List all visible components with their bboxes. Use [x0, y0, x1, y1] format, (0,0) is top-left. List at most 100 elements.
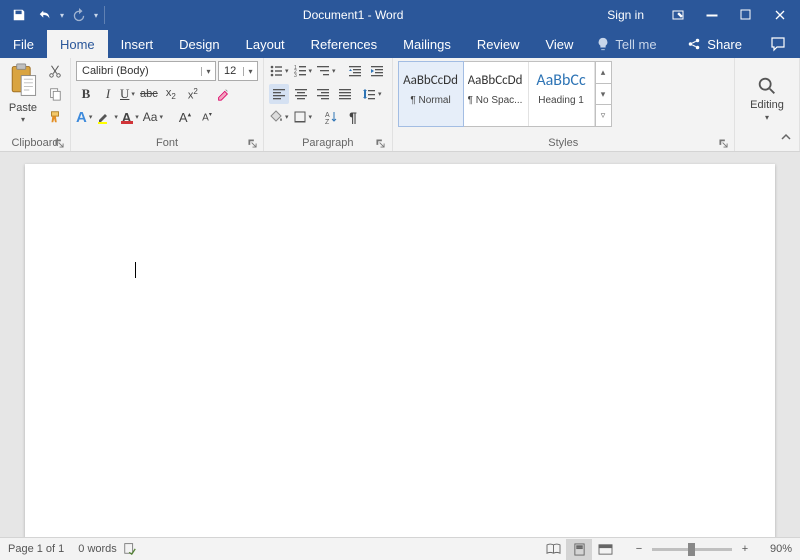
group-font: Calibri (Body)▾ 12▾ B I U▾ abc x2 x2 A▾ … — [71, 58, 264, 151]
decrease-indent-button[interactable] — [345, 61, 365, 81]
text-cursor — [135, 262, 136, 278]
tab-insert[interactable]: Insert — [108, 30, 167, 58]
format-painter-button[interactable] — [45, 107, 65, 127]
window-title: Document1 - Word — [115, 8, 591, 22]
sort-button[interactable]: AZ — [321, 107, 341, 127]
highlight-button[interactable]: ▾ — [96, 107, 120, 127]
zoom-in-button[interactable]: + — [738, 543, 752, 555]
tab-review[interactable]: Review — [464, 30, 533, 58]
chevron-down-icon: ▾ — [243, 67, 257, 76]
styles-gallery: AaBbCcDd ¶ Normal AaBbCcDd ¶ No Spac... … — [398, 61, 612, 127]
tab-references[interactable]: References — [298, 30, 390, 58]
copy-button[interactable] — [45, 84, 65, 104]
clear-formatting-button[interactable] — [213, 84, 233, 104]
document-page[interactable] — [25, 164, 775, 537]
group-styles: AaBbCcDd ¶ Normal AaBbCcDd ¶ No Spac... … — [393, 58, 735, 151]
justify-button[interactable] — [335, 84, 355, 104]
font-size-combo[interactable]: 12▾ — [218, 61, 258, 81]
bullets-button[interactable]: ▾ — [269, 61, 291, 81]
quick-access-toolbar: ▾ ▾ — [0, 4, 115, 26]
clipboard-icon — [7, 61, 39, 101]
borders-button[interactable]: ▾ — [293, 107, 315, 127]
change-case-button[interactable]: Aa▾ — [143, 107, 165, 127]
superscript-button[interactable]: x2 — [183, 84, 203, 104]
read-mode-button[interactable] — [540, 539, 566, 560]
style-heading-1[interactable]: AaBbCc Heading 1 — [529, 62, 595, 126]
style-normal[interactable]: AaBbCcDd ¶ Normal — [398, 61, 464, 127]
comments-button[interactable] — [756, 30, 800, 58]
font-name-combo[interactable]: Calibri (Body)▾ — [76, 61, 216, 81]
shrink-font-button[interactable]: A▾ — [197, 107, 217, 127]
paste-button[interactable]: Paste ▾ — [5, 61, 41, 136]
maximize-button[interactable] — [730, 0, 762, 30]
zoom-out-button[interactable]: − — [632, 543, 646, 555]
editing-button[interactable]: Editing ▾ — [740, 61, 794, 136]
zoom-thumb[interactable] — [688, 543, 695, 556]
bold-button[interactable]: B — [76, 84, 96, 104]
spell-check-status[interactable] — [123, 541, 137, 558]
subscript-button[interactable]: x2 — [161, 84, 181, 104]
tab-home[interactable]: Home — [47, 30, 108, 58]
paragraph-dialog-launcher[interactable] — [375, 137, 387, 149]
style-no-spacing[interactable]: AaBbCcDd ¶ No Spac... — [463, 62, 529, 126]
print-layout-button[interactable] — [566, 539, 592, 560]
share-button[interactable]: Share — [673, 30, 756, 58]
zoom-slider[interactable] — [652, 548, 732, 551]
italic-button[interactable]: I — [98, 84, 118, 104]
undo-button[interactable] — [34, 4, 56, 26]
word-count-status[interactable]: 0 words — [78, 543, 117, 555]
underline-button[interactable]: U▾ — [120, 84, 137, 104]
save-button[interactable] — [8, 4, 30, 26]
sign-in-button[interactable]: Sign in — [591, 0, 660, 30]
tab-view[interactable]: View — [532, 30, 586, 58]
tell-me-search[interactable]: Tell me — [586, 30, 666, 58]
tab-mailings[interactable]: Mailings — [390, 30, 464, 58]
multilevel-list-button[interactable]: ▾ — [316, 61, 338, 81]
font-dialog-launcher[interactable] — [246, 137, 258, 149]
show-marks-button[interactable]: ¶ — [343, 107, 363, 127]
align-right-button[interactable] — [313, 84, 333, 104]
line-spacing-button[interactable]: ▾ — [362, 84, 384, 104]
align-left-button[interactable] — [269, 84, 289, 104]
paste-dropdown-icon[interactable]: ▾ — [21, 115, 25, 124]
styles-expand[interactable]: ▿ — [596, 105, 611, 126]
shading-button[interactable]: ▾ — [269, 107, 291, 127]
lightbulb-icon — [596, 37, 610, 51]
numbering-button[interactable]: 123▾ — [293, 61, 315, 81]
redo-button[interactable] — [68, 4, 90, 26]
cut-button[interactable] — [45, 61, 65, 81]
page-number-status[interactable]: Page 1 of 1 — [8, 543, 64, 555]
align-center-button[interactable] — [291, 84, 311, 104]
svg-text:Z: Z — [325, 119, 330, 124]
tab-layout[interactable]: Layout — [233, 30, 298, 58]
styles-scroll-up[interactable]: ▴ — [596, 62, 611, 84]
minimize-button[interactable] — [696, 0, 728, 30]
svg-text:A: A — [325, 112, 330, 119]
title-bar: ▾ ▾ Document1 - Word Sign in — [0, 0, 800, 30]
comment-icon — [770, 36, 786, 52]
clipboard-dialog-launcher[interactable] — [53, 137, 65, 149]
group-paragraph: ▾ 123▾ ▾ ▾ ▾ ▾ — [264, 58, 393, 151]
document-area[interactable] — [0, 152, 800, 537]
group-clipboard: Paste ▾ Clipboard — [0, 58, 71, 151]
close-button[interactable] — [764, 0, 796, 30]
view-switcher — [540, 539, 618, 560]
qat-customize-icon[interactable]: ▾ — [94, 11, 98, 20]
zoom-level[interactable]: 90% — [758, 543, 792, 555]
collapse-ribbon-button[interactable] — [777, 128, 795, 146]
status-bar: Page 1 of 1 0 words − + 90% — [0, 537, 800, 560]
text-effects-button[interactable]: A▾ — [76, 107, 94, 127]
font-color-button[interactable]: A▾ — [122, 107, 141, 127]
styles-dialog-launcher[interactable] — [717, 137, 729, 149]
grow-font-button[interactable]: A▴ — [175, 107, 195, 127]
tab-design[interactable]: Design — [166, 30, 232, 58]
increase-indent-button[interactable] — [367, 61, 387, 81]
strikethrough-button[interactable]: abc — [139, 84, 159, 104]
undo-dropdown-icon[interactable]: ▾ — [60, 11, 64, 20]
styles-scroll-down[interactable]: ▾ — [596, 84, 611, 106]
ribbon-display-options-button[interactable] — [662, 0, 694, 30]
zoom-control: − + 90% — [632, 543, 792, 555]
web-layout-button[interactable] — [592, 539, 618, 560]
tab-file[interactable]: File — [0, 30, 47, 58]
share-icon — [687, 37, 701, 51]
